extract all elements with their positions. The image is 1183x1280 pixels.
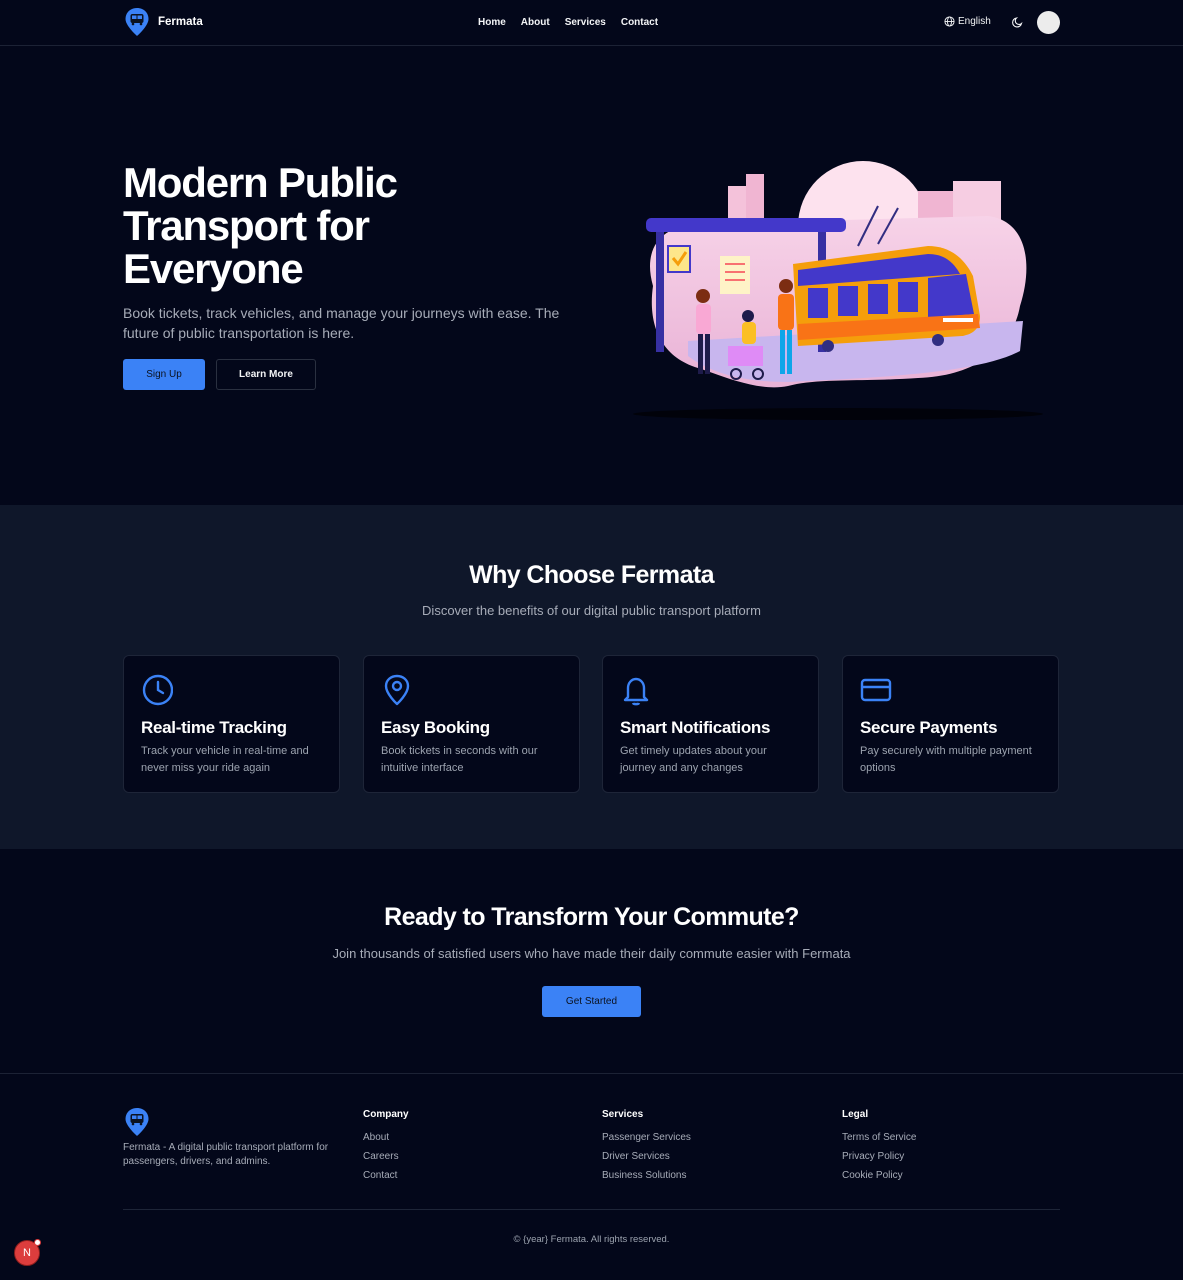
get-started-button[interactable]: Get Started [542, 986, 641, 1017]
transport-illustration [633, 161, 1043, 420]
brand-logo[interactable]: Fermata [124, 7, 203, 37]
footer-heading: Services [602, 1109, 644, 1120]
language-selector[interactable]: English [944, 16, 991, 27]
feature-description: Get timely updates about your journey an… [620, 745, 767, 774]
feature-description: Track your vehicle in real-time and neve… [141, 745, 309, 774]
hero-section: Modern Public Transport for Everyone Boo… [0, 46, 1183, 505]
bell-icon [623, 677, 649, 706]
nav-home[interactable]: Home [478, 17, 506, 28]
main-nav: Home About Services Contact [478, 17, 658, 28]
footer-column-legal: Legal Terms of Service Privacy Policy Co… [842, 1109, 916, 1189]
feature-description: Pay securely with multiple payment optio… [860, 745, 1032, 774]
user-avatar[interactable] [1037, 11, 1060, 34]
footer-link-passenger-services[interactable]: Passenger Services [602, 1132, 691, 1143]
footer-column-services: Services Passenger Services Driver Servi… [602, 1109, 691, 1189]
footer-link-about[interactable]: About [363, 1132, 409, 1143]
cta-subtitle: Join thousands of satisfied users who ha… [332, 946, 851, 961]
badge-letter: N [23, 1247, 31, 1259]
globe-icon [944, 16, 955, 27]
features-title: Why Choose Fermata [469, 561, 714, 589]
hero-subtitle: Book tickets, track vehicles, and manage… [123, 305, 560, 341]
map-pin-icon [384, 674, 410, 706]
brand-name: Fermata [158, 16, 203, 28]
feature-card-booking: Easy Booking Book tickets in seconds wit… [363, 655, 580, 793]
footer-link-careers[interactable]: Careers [363, 1151, 409, 1162]
bus-pin-icon [125, 1108, 149, 1136]
bus-pin-icon [125, 8, 149, 36]
feature-card-tracking: Real-time Tracking Track your vehicle in… [123, 655, 340, 793]
feature-title: Secure Payments [860, 718, 998, 737]
clock-icon [142, 674, 173, 706]
footer-link-contact[interactable]: Contact [363, 1170, 409, 1181]
nav-about[interactable]: About [521, 17, 550, 28]
site-header: Fermata Home About Services Contact Engl… [0, 0, 1183, 46]
footer-link-driver-services[interactable]: Driver Services [602, 1151, 691, 1162]
footer-heading: Legal [842, 1109, 869, 1120]
cta-section: Ready to Transform Your Commute? Join th… [0, 849, 1183, 1074]
hero-title: Modern Public Transport for Everyone [123, 159, 398, 292]
feature-title: Smart Notifications [620, 718, 771, 737]
copyright-text: © {year} Fermata. All rights reserved. [513, 1234, 670, 1245]
site-footer: Fermata - A digital public transport pla… [0, 1074, 1183, 1280]
badge-dot [34, 1239, 41, 1246]
feature-card-payments: Secure Payments Pay securely with multip… [842, 655, 1059, 793]
feature-card-notifications: Smart Notifications Get timely updates a… [602, 655, 819, 793]
features-subtitle: Discover the benefits of our digital pub… [422, 603, 761, 618]
moon-icon[interactable] [1011, 15, 1025, 29]
footer-link-business-solutions[interactable]: Business Solutions [602, 1170, 691, 1181]
cta-title: Ready to Transform Your Commute? [384, 903, 799, 931]
footer-divider [123, 1209, 1060, 1210]
footer-link-privacy[interactable]: Privacy Policy [842, 1151, 916, 1162]
nav-services[interactable]: Services [565, 17, 606, 28]
footer-link-cookie[interactable]: Cookie Policy [842, 1170, 916, 1181]
feature-description: Book tickets in seconds with our intuiti… [381, 745, 538, 774]
sign-up-button[interactable]: Sign Up [123, 359, 205, 390]
feature-title: Easy Booking [381, 718, 490, 737]
feature-title: Real-time Tracking [141, 718, 287, 737]
footer-heading: Company [363, 1109, 409, 1120]
footer-column-company: Company About Careers Contact [363, 1109, 409, 1189]
credit-card-icon [860, 678, 892, 702]
language-label: English [958, 16, 991, 27]
footer-description: Fermata - A digital public transport pla… [123, 1142, 329, 1167]
nav-contact[interactable]: Contact [621, 17, 658, 28]
nextjs-dev-badge[interactable]: N [14, 1239, 41, 1266]
footer-link-terms[interactable]: Terms of Service [842, 1132, 916, 1143]
features-section: Why Choose Fermata Discover the benefits… [0, 505, 1183, 849]
learn-more-button[interactable]: Learn More [216, 359, 316, 390]
